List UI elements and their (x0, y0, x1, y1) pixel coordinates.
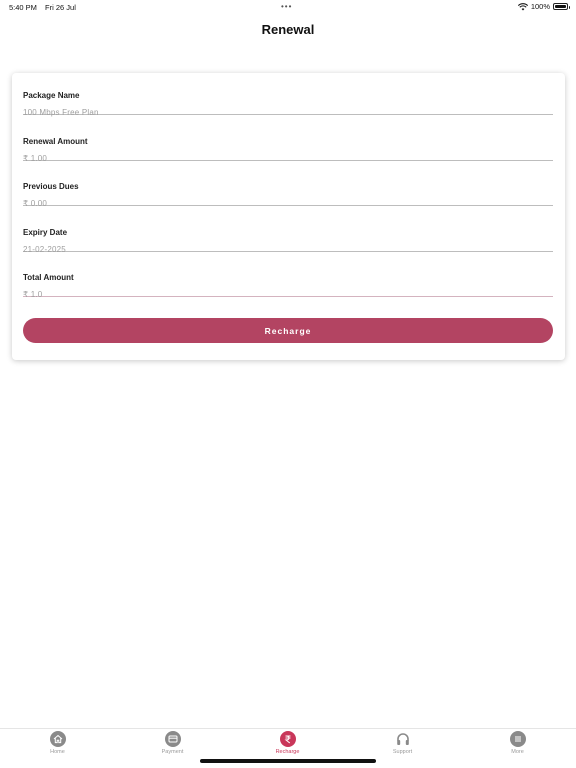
payment-icon (164, 731, 181, 747)
recharge-button[interactable]: Recharge (23, 318, 553, 343)
tab-payment[interactable]: Payment (115, 729, 230, 757)
battery-level (555, 5, 566, 8)
page-title: Renewal (261, 22, 315, 37)
field-label: Previous Dues (23, 182, 79, 191)
tab-home[interactable]: Home (0, 729, 115, 757)
wifi-icon (517, 2, 528, 10)
home-indicator (200, 759, 376, 763)
home-icon (49, 731, 66, 747)
tab-label: More (511, 749, 524, 755)
rupee-icon (279, 731, 296, 747)
renewal-card: Package Name 100 Mbps Free Plan Renewal … (12, 73, 565, 360)
battery-icon (553, 3, 570, 10)
field-label: Package Name (23, 91, 80, 100)
tab-more[interactable]: More (460, 729, 575, 757)
field-label: Total Amount (23, 273, 74, 282)
status-time: 5:40 PM (9, 3, 37, 12)
status-date: Fri 26 Jul (45, 3, 76, 12)
total-amount-value: ₹ 1.0 (23, 290, 43, 299)
previous-dues-value: ₹ 0.00 (23, 199, 48, 208)
expiry-date-value: 21-02-2025 (23, 245, 66, 254)
tab-support[interactable]: Support (345, 729, 460, 757)
renewal-amount-value: ₹ 1.00 (23, 154, 48, 163)
package-name-field: Package Name 100 Mbps Free Plan (23, 73, 553, 117)
headphones-icon (395, 731, 411, 747)
package-name-value: 100 Mbps Free Plan (23, 108, 99, 117)
tab-label: Recharge (275, 749, 300, 755)
renewal-amount-field: Renewal Amount ₹ 1.00 (23, 119, 553, 163)
status-datetime: 5:40 PM Fri 26 Jul (9, 3, 82, 12)
total-amount-field: Total Amount ₹ 1.0 (23, 255, 553, 299)
battery-percent: 100% (530, 2, 550, 11)
status-bar: 5:40 PM Fri 26 Jul ••• 100% (0, 0, 576, 14)
tab-label: Home (50, 749, 65, 755)
tab-recharge[interactable]: Recharge (230, 729, 345, 757)
tab-label: Payment (161, 749, 184, 755)
field-label: Renewal Amount (23, 137, 88, 146)
status-indicators: 100% (517, 2, 570, 11)
multitasking-dots[interactable]: ••• (281, 2, 292, 11)
field-label: Expiry Date (23, 228, 68, 237)
expiry-date-field: Expiry Date 21-02-2025 (23, 210, 553, 254)
tab-label: Support (392, 749, 413, 755)
menu-icon (509, 731, 526, 747)
previous-dues-field: Previous Dues ₹ 0.00 (23, 164, 553, 208)
